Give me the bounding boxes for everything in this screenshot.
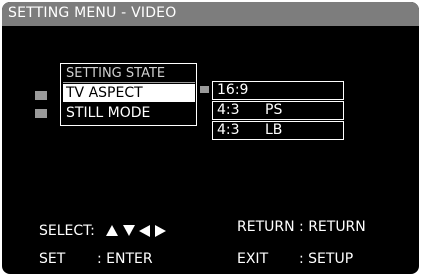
set-label: SET xyxy=(39,251,66,267)
enter-label: : ENTER xyxy=(97,251,153,267)
option-ratio: 4:3 xyxy=(217,122,240,138)
submenu-pointer-icon xyxy=(200,86,209,93)
option-4-3-lb[interactable]: 4:3 LB xyxy=(212,121,344,140)
option-4-3-ps[interactable]: 4:3 PS xyxy=(212,101,344,120)
menu-item-tv-aspect[interactable]: TV ASPECT xyxy=(63,84,195,102)
return-label: RETURN : RETURN xyxy=(237,219,366,235)
option-mode: LB xyxy=(265,122,283,138)
option-ratio: 16:9 xyxy=(217,82,249,98)
select-label: SELECT: xyxy=(39,223,95,239)
option-16-9[interactable]: 16:9 xyxy=(212,81,344,100)
osd-screen: SETTING MENU - VIDEO SETTING STATE TV AS… xyxy=(2,2,419,274)
menu-title: SETTING MENU - VIDEO xyxy=(8,5,177,21)
title-bar: SETTING MENU - VIDEO xyxy=(2,2,419,26)
exit-label: EXIT xyxy=(237,251,269,267)
option-ratio: 4:3 xyxy=(217,102,240,118)
left-arrow-icon xyxy=(139,225,150,237)
right-arrow-icon xyxy=(155,225,166,237)
setup-label: : SETUP xyxy=(299,251,354,267)
menu-item-still-mode[interactable]: STILL MODE xyxy=(63,104,195,122)
aspect-options: 16:9 4:3 PS 4:3 LB xyxy=(212,81,344,142)
setting-state-header: SETTING STATE xyxy=(63,65,195,83)
still-mode-bullet-icon xyxy=(35,109,47,118)
setting-menu: SETTING STATE TV ASPECT STILL MODE xyxy=(60,63,197,126)
tv-aspect-bullet-icon xyxy=(35,91,47,100)
option-mode: PS xyxy=(265,102,283,118)
down-arrow-icon xyxy=(123,225,135,236)
up-arrow-icon xyxy=(106,225,118,236)
